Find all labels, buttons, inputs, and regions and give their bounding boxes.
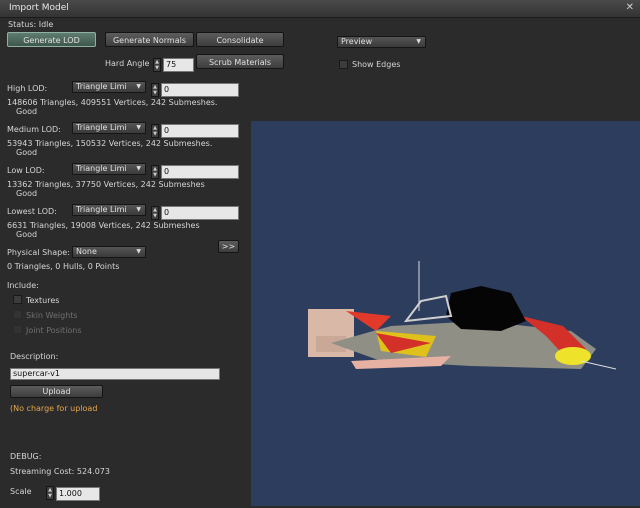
- lod-input-low[interactable]: 0: [161, 165, 239, 179]
- lod-spinner-lowest[interactable]: ▲ ▼: [151, 206, 159, 220]
- description-label: Description:: [10, 352, 59, 361]
- lod-input-lowest[interactable]: 0: [161, 206, 239, 220]
- lod-quality-high: Good: [16, 107, 38, 116]
- generate-lod-button[interactable]: Generate LOD: [7, 32, 96, 47]
- chevron-down-icon: ▼: [136, 248, 141, 255]
- lod-mode-value: Triangle Limi: [76, 205, 127, 214]
- lod-spinner-medium[interactable]: ▲ ▼: [151, 124, 159, 138]
- lod-quality-lowest: Good: [16, 230, 38, 239]
- joint-positions-checkbox[interactable]: [13, 325, 22, 334]
- car-model-render: [308, 261, 617, 370]
- consolidate-button[interactable]: Consolidate: [196, 32, 284, 47]
- physical-shape-label: Physical Shape:: [7, 248, 70, 257]
- hard-angle-input[interactable]: 75: [163, 58, 194, 72]
- physics-stats: 0 Triangles, 0 Hulls, 0 Points: [7, 262, 120, 271]
- lod-input-high[interactable]: 0: [161, 83, 239, 97]
- lod-stats-medium: 53943 Triangles, 150532 Vertices, 242 Su…: [7, 139, 213, 148]
- chevron-down-icon: ▼: [136, 124, 141, 131]
- lod-quality-medium: Good: [16, 148, 38, 157]
- upload-button[interactable]: Upload: [10, 385, 103, 398]
- close-icon[interactable]: ✕: [626, 2, 634, 13]
- model-antenna-front: [580, 360, 617, 370]
- streaming-cost: Streaming Cost: 524.073: [10, 467, 110, 476]
- chevron-down-icon: ▼: [136, 83, 141, 90]
- lod-mode-select-high[interactable]: Triangle Limi ▼: [72, 81, 146, 93]
- upload-note: (No charge for upload: [10, 404, 98, 413]
- chevron-down-icon: ▼: [136, 165, 141, 172]
- title-bar[interactable]: Import Model ✕: [0, 0, 640, 18]
- skin-weights-label: Skin Weights: [26, 311, 78, 320]
- lod-mode-value: Triangle Limi: [76, 164, 127, 173]
- lod-stats-low: 13362 Triangles, 37750 Vertices, 242 Sub…: [7, 180, 205, 189]
- textures-checkbox[interactable]: [13, 295, 22, 304]
- lod-mode-select-medium[interactable]: Triangle Limi ▼: [72, 122, 146, 134]
- window-title: Import Model: [9, 3, 69, 13]
- skin-weights-checkbox[interactable]: [13, 310, 22, 319]
- scale-spinner[interactable]: ▲ ▼: [46, 486, 54, 500]
- joint-positions-label: Joint Positions: [26, 326, 82, 335]
- description-input[interactable]: supercar-v1: [10, 368, 220, 380]
- lod-quality-low: Good: [16, 189, 38, 198]
- lod-spinner-high[interactable]: ▲ ▼: [151, 83, 159, 97]
- hard-angle-label: Hard Angle: [105, 59, 150, 68]
- lod-spinner-low[interactable]: ▲ ▼: [151, 165, 159, 179]
- preview-select[interactable]: Preview ▼: [337, 36, 426, 48]
- lod-stats-high: 148606 Triangles, 409551 Vertices, 242 S…: [7, 98, 218, 107]
- lod-input-medium[interactable]: 0: [161, 124, 239, 138]
- textures-label: Textures: [26, 296, 60, 305]
- lod-mode-select-lowest[interactable]: Triangle Limi ▼: [72, 204, 146, 216]
- model-canopy: [446, 286, 526, 331]
- model-rollbar: [403, 294, 453, 323]
- include-label: Include:: [7, 281, 39, 290]
- model-preview-viewport[interactable]: [251, 121, 640, 506]
- preview-selected: Preview: [341, 37, 373, 46]
- physical-shape-value: None: [76, 247, 97, 256]
- lod-label-medium: Medium LOD:: [7, 125, 61, 134]
- generate-normals-button[interactable]: Generate Normals: [105, 32, 194, 47]
- scale-input[interactable]: 1.000: [56, 487, 100, 501]
- lod-mode-select-low[interactable]: Triangle Limi ▼: [72, 163, 146, 175]
- scale-label: Scale: [10, 487, 32, 496]
- physical-shape-select[interactable]: None ▼: [72, 246, 146, 258]
- show-edges-label: Show Edges: [352, 60, 401, 69]
- lod-mode-value: Triangle Limi: [76, 82, 127, 91]
- lod-label-lowest: Lowest LOD:: [7, 207, 57, 216]
- hard-angle-spinner[interactable]: ▲ ▼: [153, 58, 161, 72]
- chevron-down-icon: ▼: [416, 38, 421, 45]
- lod-mode-value: Triangle Limi: [76, 123, 127, 132]
- lod-label-high: High LOD:: [7, 84, 48, 93]
- scrub-materials-button[interactable]: Scrub Materials: [196, 54, 284, 69]
- lod-stats-lowest: 6631 Triangles, 19008 Vertices, 242 Subm…: [7, 221, 200, 230]
- lod-label-low: Low LOD:: [7, 166, 45, 175]
- show-edges-checkbox[interactable]: [339, 60, 348, 69]
- debug-label: DEBUG:: [10, 452, 42, 461]
- status-text: Status: Idle: [8, 20, 54, 29]
- expand-button[interactable]: >>: [218, 240, 239, 253]
- chevron-down-icon: ▼: [136, 206, 141, 213]
